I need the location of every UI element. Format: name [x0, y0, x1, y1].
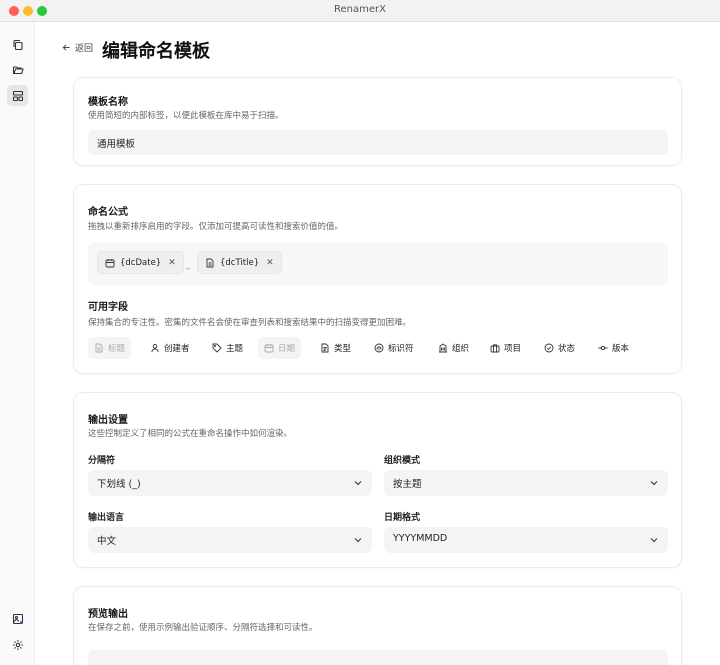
field-organization[interactable]: 组织	[432, 337, 475, 359]
date-format-select[interactable]: YYYYMMDD	[384, 527, 668, 553]
fingerprint-icon	[374, 343, 384, 353]
field-label: 版本	[612, 344, 630, 354]
field-label: 主题	[226, 344, 244, 354]
calendar-icon	[264, 344, 274, 353]
org-mode-label: 组织模式	[384, 456, 421, 466]
copy-icon	[12, 39, 23, 50]
main-content: 返回 编辑命名模板 模板名称 使用简短的内部标签，以便此模板在库中易于扫描。 通…	[36, 22, 720, 665]
field-subject[interactable]: 主题	[206, 337, 249, 359]
arrow-left-icon	[62, 44, 70, 51]
available-fields-title: 可用字段	[88, 302, 128, 313]
section-title: 预览输出	[88, 609, 128, 620]
layout-template-icon	[12, 90, 23, 101]
formula-separator: _	[186, 260, 191, 270]
formula-token[interactable]: {dcDate} ✕	[97, 251, 184, 274]
briefcase-icon	[490, 344, 500, 353]
page-title: 编辑命名模板	[102, 41, 210, 62]
app-title: RenamerX	[334, 4, 386, 15]
field-label: 标题	[108, 344, 126, 354]
remove-token-button[interactable]: ✕	[266, 258, 274, 268]
section-title: 命名公式	[88, 207, 128, 218]
chevron-down-icon	[354, 481, 362, 486]
field-label: 类型	[334, 344, 352, 354]
sidebar-copy-button[interactable]	[7, 34, 28, 55]
check-circle-icon	[544, 343, 554, 353]
field-label: 项目	[504, 344, 522, 354]
image-settings-icon	[12, 613, 23, 624]
section-title: 输出设置	[88, 415, 128, 426]
sidebar-folder-button[interactable]	[7, 59, 28, 80]
field-label: 创建者	[164, 344, 190, 354]
gear-icon	[12, 639, 23, 650]
field-label: 组织	[452, 344, 470, 354]
separator-select[interactable]: 下划线 (_)	[88, 470, 372, 496]
language-label: 输出语言	[88, 513, 125, 523]
field-label: 标识符	[388, 344, 414, 354]
chevron-down-icon	[650, 481, 658, 486]
file-type-icon	[321, 343, 329, 353]
date-format-label: 日期格式	[384, 513, 421, 523]
formula-token-area[interactable]: {dcDate} ✕ _ {dcTitle} ✕	[88, 242, 668, 285]
language-select[interactable]: 中文	[88, 527, 372, 553]
separator-label: 分隔符	[88, 456, 116, 466]
document-icon	[95, 343, 103, 353]
version-icon	[598, 345, 608, 351]
formula-token[interactable]: {dcTitle} ✕	[197, 251, 282, 274]
field-project[interactable]: 项目	[484, 337, 527, 359]
preview-output-box	[88, 650, 668, 665]
date-format-value: YYYYMMDD	[393, 533, 448, 544]
language-value: 中文	[97, 536, 117, 547]
field-label: 状态	[558, 344, 576, 354]
title-bar: RenamerX	[0, 0, 720, 22]
section-description: 这些控制定义了相同的公式在重命名操作中如何渲染。	[88, 429, 293, 439]
section-description: 使用简短的内部标签，以便此模板在库中易于扫描。	[88, 111, 284, 121]
folder-open-icon	[12, 65, 24, 74]
document-icon	[206, 258, 214, 267]
field-label: 日期	[278, 344, 296, 354]
sidebar-settings-button[interactable]	[7, 634, 28, 655]
tag-icon	[212, 343, 222, 353]
token-label: {dcDate}	[120, 257, 162, 268]
remove-token-button[interactable]: ✕	[168, 258, 176, 268]
back-label: 返回	[75, 44, 94, 54]
org-mode-select[interactable]: 按主题	[384, 470, 668, 496]
section-description: 在保存之前，使用示例输出验证顺序、分隔符选择和可读性。	[88, 623, 318, 633]
section-description: 拖拽以重新排序启用的字段。仅添加可提高可读性和搜索价值的值。	[88, 222, 344, 232]
back-button[interactable]: 返回	[62, 41, 93, 54]
token-label: {dcTitle}	[220, 257, 260, 268]
output-settings-card: 输出设置 这些控制定义了相同的公式在重命名操作中如何渲染。 分隔符 下划线 (_…	[73, 392, 682, 568]
field-status[interactable]: 状态	[538, 337, 581, 359]
org-mode-value: 按主题	[393, 479, 422, 490]
available-fields-description: 保持集合的专注性。密集的文件名会使在审查列表和搜索结果中的扫描变得更加困难。	[88, 318, 412, 328]
section-title: 模板名称	[88, 97, 128, 108]
template-name-input[interactable]: 通用模板	[88, 130, 668, 155]
template-name-card: 模板名称 使用简短的内部标签，以便此模板在库中易于扫描。 通用模板	[73, 77, 682, 166]
sidebar-image-button[interactable]	[7, 608, 28, 629]
calendar-icon	[105, 258, 115, 267]
naming-formula-card: 命名公式 拖拽以重新排序启用的字段。仅添加可提高可读性和搜索价值的值。 {dcD…	[73, 184, 682, 374]
field-version[interactable]: 版本	[592, 337, 635, 359]
chevron-down-icon	[650, 538, 658, 543]
available-fields-list: 标题 创建者 主题 日期 类型 标识符 组织 项目 状态 版本	[88, 337, 668, 359]
field-creator[interactable]: 创建者	[144, 337, 196, 359]
person-icon	[151, 344, 159, 353]
field-identifier[interactable]: 标识符	[368, 337, 420, 359]
field-date[interactable]: 日期	[258, 337, 302, 359]
field-type[interactable]: 类型	[314, 337, 357, 359]
separator-value: 下划线 (_)	[97, 479, 141, 490]
preview-output-card: 预览输出 在保存之前，使用示例输出验证顺序、分隔符选择和可读性。	[73, 586, 682, 665]
sidebar-templates-button[interactable]	[7, 85, 28, 106]
chevron-down-icon	[354, 538, 362, 543]
building-icon	[439, 343, 447, 353]
sidebar	[0, 22, 35, 665]
field-title[interactable]: 标题	[88, 337, 132, 359]
